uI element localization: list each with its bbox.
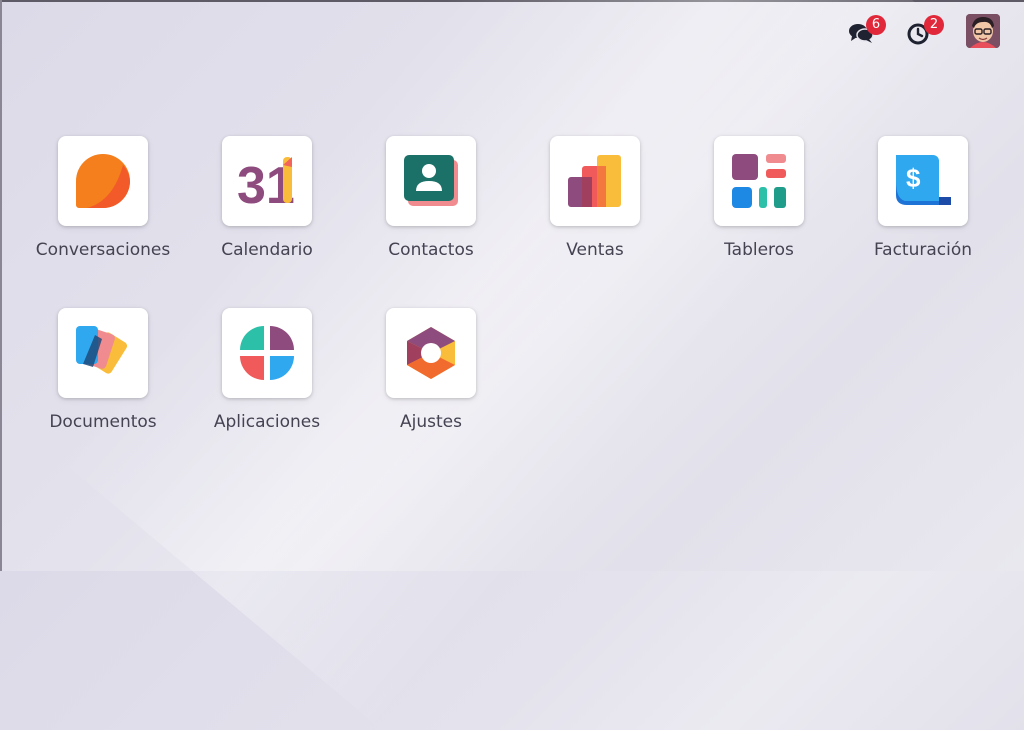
app-label: Contactos — [388, 240, 474, 260]
app-tile[interactable]: 31 — [222, 136, 312, 226]
app-tile[interactable] — [714, 136, 804, 226]
messages-menu[interactable]: 6 — [846, 14, 886, 50]
user-avatar[interactable] — [966, 14, 1000, 48]
app-ajustes[interactable]: Ajustes — [356, 308, 506, 448]
settings-icon — [407, 327, 455, 379]
app-tableros[interactable]: Tableros — [684, 136, 834, 276]
app-documentos[interactable]: Documentos — [28, 308, 178, 448]
apps-icon — [240, 326, 294, 380]
app-tile[interactable]: $ — [878, 136, 968, 226]
app-ventas[interactable]: Ventas — [520, 136, 670, 276]
documents-icon — [76, 326, 128, 374]
app-facturacion[interactable]: $ Facturación — [848, 136, 998, 276]
app-label: Conversaciones — [35, 240, 171, 260]
calendar-icon: 31 — [237, 157, 295, 211]
activities-badge: 2 — [924, 15, 944, 35]
app-label: Documentos — [49, 412, 157, 432]
app-contactos[interactable]: Contactos — [356, 136, 506, 276]
app-aplicaciones[interactable]: Aplicaciones — [192, 308, 342, 448]
invoicing-icon: $ — [896, 155, 951, 205]
sales-icon — [568, 155, 621, 207]
activities-menu[interactable]: 2 — [904, 14, 944, 50]
contacts-icon — [404, 155, 458, 206]
app-tile[interactable] — [222, 308, 312, 398]
app-tile[interactable] — [386, 136, 476, 226]
app-label: Aplicaciones — [213, 412, 321, 432]
app-label: Tableros — [724, 240, 794, 260]
discuss-icon — [76, 154, 130, 208]
svg-text:$: $ — [906, 163, 921, 193]
window-left-border — [0, 0, 2, 571]
app-tile[interactable] — [58, 308, 148, 398]
app-calendario[interactable]: 31 Calendario — [192, 136, 342, 276]
app-tile[interactable] — [58, 136, 148, 226]
app-label: Ventas — [566, 240, 624, 260]
app-tile[interactable] — [550, 136, 640, 226]
systray: 6 2 — [842, 14, 1002, 50]
messages-badge: 6 — [866, 15, 886, 35]
app-label: Ajustes — [400, 412, 462, 432]
dashboards-icon — [732, 154, 786, 208]
app-tile[interactable] — [386, 308, 476, 398]
app-label: Facturación — [873, 240, 973, 260]
app-label: Calendario — [221, 240, 313, 260]
avatar-icon — [966, 14, 1000, 48]
app-conversaciones[interactable]: Conversaciones — [28, 136, 178, 276]
